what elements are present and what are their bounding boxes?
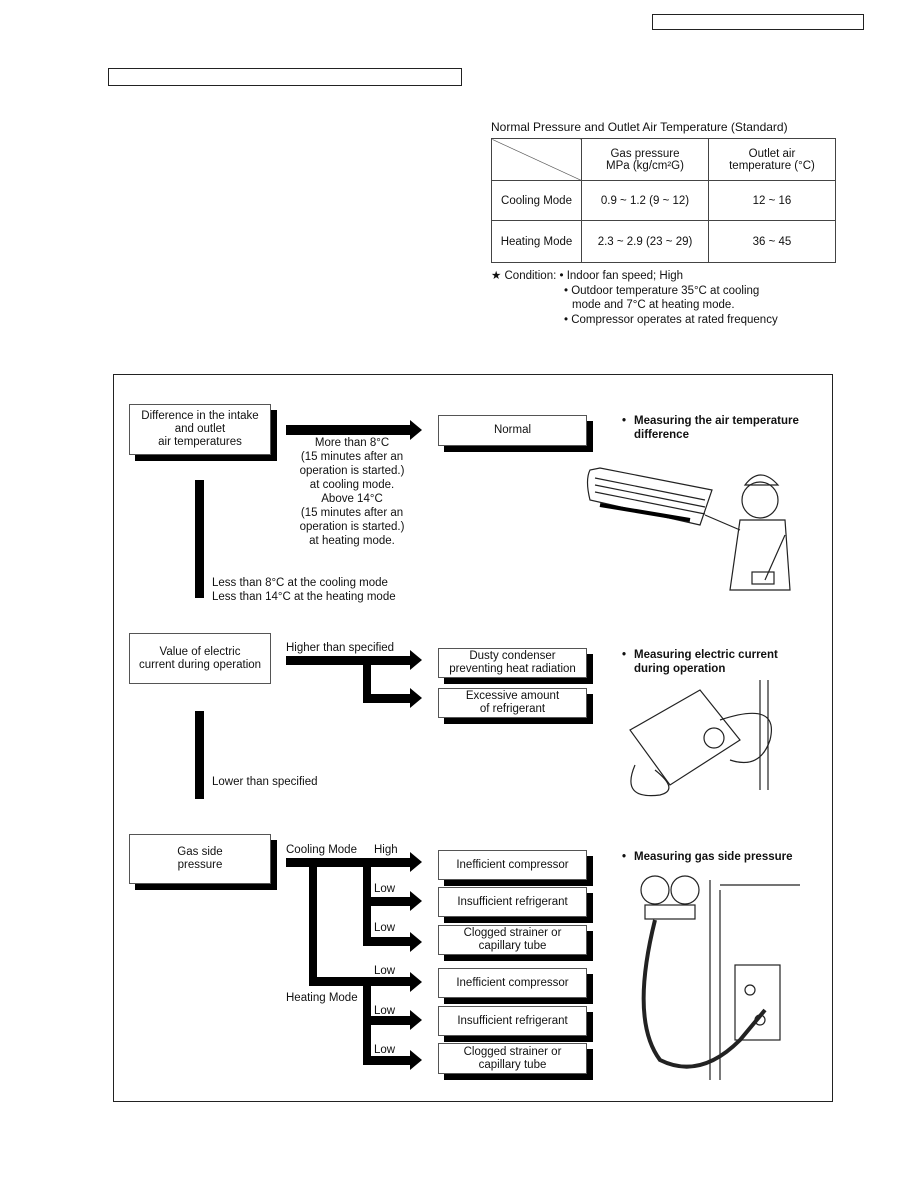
label-heating-mode: Heating Mode — [286, 992, 358, 1004]
note-air-temperature: • Measuring the air temperature difference — [622, 415, 799, 441]
temp-normal-condition: More than 8°C (15 minutes after an operati… — [299, 437, 405, 547]
page: Normal Pressure and Outlet Air Temperatu… — [0, 0, 918, 1188]
result-insufficient-refrigerant: Insufficient refrigerant — [438, 887, 587, 917]
result-normal: Normal — [438, 415, 587, 446]
label-high: High — [374, 844, 398, 856]
bar-temp-no — [195, 480, 204, 598]
gauge-manifold-illustration — [640, 875, 800, 1080]
label-low: Low — [374, 1005, 396, 1017]
result-inefficient-compressor: Inefficient compressor — [438, 968, 587, 998]
result-inefficient-compressor: Inefficient compressor — [438, 850, 587, 880]
air-conditioner-technician-illustration — [586, 467, 791, 591]
step-gas-side-pressure: Gas side pressure — [129, 834, 271, 884]
step-electric-current: Value of electric current during operatio… — [129, 633, 271, 684]
result-clogged-strainer: Clogged strainer or capillary tube — [438, 925, 587, 955]
result-insufficient-refrigerant: Insufficient refrigerant — [438, 1006, 587, 1036]
note-electric-current: • Measuring electric current during operat… — [622, 649, 778, 675]
label-cooling-mode: Cooling Mode — [286, 844, 357, 856]
arrow-normal — [286, 425, 412, 435]
note-gas-pressure: • Measuring gas side pressure — [622, 851, 793, 863]
label-low: Low — [374, 883, 396, 895]
label-low: Low — [374, 965, 396, 977]
label-higher: Higher than specified — [286, 642, 395, 654]
bar-current-lower — [195, 711, 204, 799]
label-low: Low — [374, 922, 396, 934]
label-lower: Lower than specified — [212, 776, 318, 788]
result-dusty-condenser: Dusty condenser preventing heat radiation — [438, 648, 587, 678]
arrow-higher — [286, 656, 412, 665]
clamp-meter-illustration — [629, 680, 772, 797]
step-temperature-difference: Difference in the intake and outlet air te… — [129, 404, 271, 455]
temp-abnormal-condition: Less than 8°C at the cooling mode Less th… — [212, 577, 396, 603]
result-excessive-refrigerant: Excessive amount of refrigerant — [438, 688, 587, 718]
label-low: Low — [374, 1044, 396, 1056]
result-clogged-strainer: Clogged strainer or capillary tube — [438, 1043, 587, 1074]
